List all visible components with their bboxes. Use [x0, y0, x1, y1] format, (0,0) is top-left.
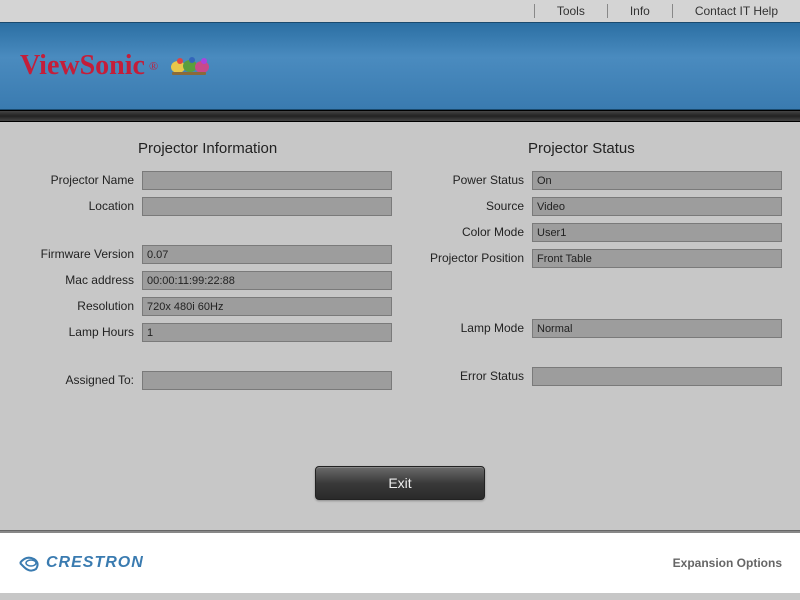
status-section-title: Projector Status: [528, 140, 782, 157]
mac-value: 00:00:11:99:22:88: [142, 271, 392, 290]
color-mode-label: Color Mode: [408, 225, 532, 239]
divider-bar: [0, 110, 800, 122]
finch-birds-icon: [166, 49, 212, 84]
mac-label: Mac address: [18, 273, 142, 287]
power-status-value: On: [532, 171, 782, 190]
error-status-value: [532, 367, 782, 386]
footer: CRESTRON Expansion Options: [0, 533, 800, 593]
resolution-label: Resolution: [18, 299, 142, 313]
color-mode-value: User1: [532, 223, 782, 242]
projector-status-column: Projector Status Power Status On Source …: [400, 140, 790, 395]
nav-info[interactable]: Info: [607, 4, 672, 18]
crestron-logo: CRESTRON: [18, 553, 144, 573]
nav-tools[interactable]: Tools: [534, 4, 607, 18]
firmware-value: 0.07: [142, 245, 392, 264]
projector-name-value: [142, 171, 392, 190]
lamp-mode-value: Normal: [532, 319, 782, 338]
projector-name-label: Projector Name: [18, 173, 142, 187]
viewsonic-text: ViewSonic: [20, 50, 145, 82]
viewsonic-logo: ViewSonic ®: [20, 49, 212, 84]
resolution-value: 720x 480i 60Hz: [142, 297, 392, 316]
source-value: Video: [532, 197, 782, 216]
lamp-hours-label: Lamp Hours: [18, 325, 142, 339]
location-value: [142, 197, 392, 216]
firmware-label: Firmware Version: [18, 247, 142, 261]
registered-mark: ®: [149, 59, 158, 74]
exit-button[interactable]: Exit: [315, 466, 485, 500]
crestron-text: CRESTRON: [46, 554, 144, 572]
source-label: Source: [408, 199, 532, 213]
projector-position-value: Front Table: [532, 249, 782, 268]
assigned-label: Assigned To:: [18, 373, 142, 387]
projector-position-label: Projector Position: [408, 251, 532, 265]
location-label: Location: [18, 199, 142, 213]
nav-contact[interactable]: Contact IT Help: [672, 4, 800, 18]
crestron-swirl-icon: [18, 553, 44, 573]
header-banner: ViewSonic ®: [0, 22, 800, 110]
power-status-label: Power Status: [408, 173, 532, 187]
error-status-label: Error Status: [408, 369, 532, 383]
main-content: Projector Information Projector Name Loc…: [0, 122, 800, 530]
lamp-mode-label: Lamp Mode: [408, 321, 532, 335]
projector-info-column: Projector Information Projector Name Loc…: [10, 140, 400, 395]
top-nav: Tools Info Contact IT Help: [0, 0, 800, 22]
assigned-value: [142, 371, 392, 390]
expansion-options-link[interactable]: Expansion Options: [673, 556, 782, 570]
lamp-hours-value: 1: [142, 323, 392, 342]
info-section-title: Projector Information: [138, 140, 392, 157]
